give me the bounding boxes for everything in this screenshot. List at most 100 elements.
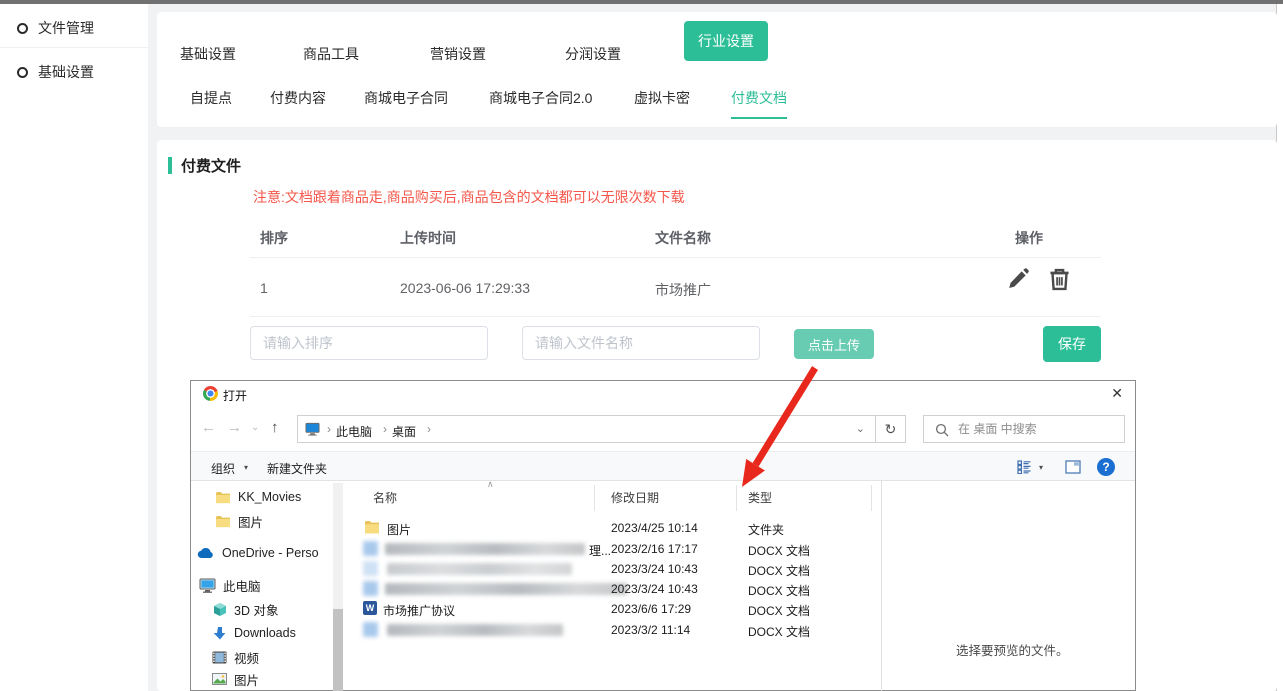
view-mode-icon[interactable] — [1017, 460, 1032, 479]
circle-bullet-icon — [17, 67, 28, 78]
tab-basic-settings[interactable]: 基础设置 — [180, 44, 236, 64]
file-name-suffix: 理... — [589, 542, 611, 559]
tree-item-pictures[interactable]: 图片 — [212, 669, 259, 689]
tree-scrollbar-thumb[interactable] — [333, 609, 343, 691]
list-col-type[interactable]: 类型 — [748, 489, 772, 506]
help-icon[interactable]: ? — [1097, 458, 1115, 476]
file-name-input[interactable] — [522, 326, 760, 360]
refresh-button[interactable]: ↻ — [875, 415, 906, 443]
delete-icon[interactable] — [1045, 265, 1074, 299]
tree-item-label: KK_Movies — [238, 490, 301, 504]
preview-hint: 选择要预览的文件。 — [956, 640, 1069, 659]
subtab-paid-content[interactable]: 付费内容 — [270, 88, 326, 117]
file-type: DOCX 文档 — [748, 623, 810, 640]
subtab-pickup-point[interactable]: 自提点 — [190, 88, 232, 117]
file-row[interactable]: 2023/3/2 11:14 DOCX 文档 — [351, 620, 881, 640]
subtab-virtual-card[interactable]: 虚拟卡密 — [634, 88, 690, 117]
breadcrumb-separator-icon[interactable]: › — [322, 422, 336, 436]
sort-ascending-icon[interactable]: ∧ — [487, 479, 494, 490]
onedrive-icon — [197, 547, 215, 559]
new-folder-button[interactable]: 新建文件夹 — [267, 460, 327, 477]
file-row[interactable]: W 市场推广协议 2023/6/6 17:29 DOCX 文档 — [351, 599, 881, 619]
file-row[interactable]: 理... 2023/2/16 17:17 DOCX 文档 — [351, 539, 881, 559]
tab-marketing[interactable]: 营销设置 — [430, 44, 486, 64]
organize-caret-icon[interactable]: ▾ — [244, 463, 248, 472]
file-date: 2023/3/24 10:43 — [611, 582, 698, 596]
list-col-name[interactable]: 名称 — [373, 489, 397, 506]
sidebar-item-file-management[interactable]: 文件管理 — [0, 8, 148, 48]
list-col-date[interactable]: 修改日期 — [611, 489, 659, 506]
subtab-econtract-2[interactable]: 商城电子合同2.0 — [489, 88, 592, 117]
file-type: 文件夹 — [748, 521, 784, 538]
file-name: 市场推广协议 — [383, 602, 455, 619]
tree-item-3d-objects[interactable]: 3D 对象 — [213, 599, 278, 619]
file-name: 图片 — [387, 521, 411, 538]
download-icon — [213, 626, 227, 641]
organize-button[interactable]: 组织 — [211, 460, 235, 477]
dialog-command-bar: 组织 ▾ 新建文件夹 ▾ ? — [191, 451, 1135, 481]
computer-icon — [305, 422, 320, 441]
file-date: 2023/6/6 17:29 — [611, 602, 691, 616]
col-header-filename: 文件名称 — [655, 228, 711, 248]
breadcrumb-separator-icon[interactable]: › — [378, 422, 392, 436]
forward-icon[interactable]: → — [227, 419, 242, 436]
close-icon[interactable]: ✕ — [1111, 385, 1123, 402]
tabs-card: 基础设置 商品工具 营销设置 分润设置 行业设置 自提点 付费内容 商城电子合同… — [157, 12, 1277, 127]
column-divider[interactable] — [871, 485, 872, 511]
file-date: 2023/3/2 11:14 — [611, 623, 690, 637]
save-button[interactable]: 保存 — [1043, 326, 1101, 362]
col-header-sort: 排序 — [260, 228, 288, 248]
dialog-titlebar[interactable]: 打开 ✕ — [191, 381, 1135, 407]
up-icon[interactable]: ↑ — [271, 419, 279, 436]
tree-item-videos[interactable]: 视频 — [212, 647, 259, 667]
subtab-econtract[interactable]: 商城电子合同 — [364, 88, 448, 117]
breadcrumb-separator-icon[interactable]: › — [422, 422, 436, 436]
subtab-paid-docs-active[interactable]: 付费文档 — [731, 88, 787, 119]
view-mode-caret-icon[interactable]: ▾ — [1039, 463, 1043, 472]
tree-item-label: Downloads — [234, 626, 296, 640]
back-icon[interactable]: ← — [201, 419, 216, 436]
tab-profit-sharing[interactable]: 分润设置 — [565, 44, 621, 64]
blurred-file-icon — [363, 581, 378, 596]
folder-icon — [215, 515, 231, 528]
breadcrumb-desktop[interactable]: 桌面 — [392, 423, 416, 440]
tree-item-kk-movies[interactable]: KK_Movies — [215, 487, 301, 507]
cell-sort: 1 — [260, 280, 268, 296]
sidebar-item-label: 文件管理 — [38, 18, 94, 38]
file-row[interactable]: 2023/3/24 10:43 DOCX 文档 — [351, 579, 881, 599]
circle-bullet-icon — [17, 23, 28, 34]
file-date: 2023/3/24 10:43 — [611, 562, 698, 576]
chrome-icon — [203, 386, 218, 401]
tree-item-downloads[interactable]: Downloads — [213, 623, 296, 643]
tree-item-onedrive[interactable]: OneDrive - Perso — [197, 543, 329, 563]
sidebar-item-basic-settings[interactable]: 基础设置 — [0, 52, 148, 92]
file-row[interactable]: 图片 2023/4/25 10:14 文件夹 — [351, 518, 881, 538]
blurred-file-icon — [363, 622, 378, 637]
sidebar-divider — [0, 47, 148, 48]
file-type: DOCX 文档 — [748, 542, 810, 559]
preview-pane-icon[interactable] — [1065, 460, 1081, 479]
file-row[interactable]: 2023/3/24 10:43 DOCX 文档 — [351, 559, 881, 579]
edit-icon[interactable] — [1005, 266, 1033, 299]
tree-item-label: 视频 — [234, 648, 259, 667]
sort-input[interactable] — [250, 326, 488, 360]
screen: 文件管理 基础设置 基础设置 商品工具 营销设置 分润设置 行业设置 自提点 付… — [0, 0, 1283, 691]
breadcrumb-this-pc[interactable]: 此电脑 — [336, 423, 372, 440]
address-bar[interactable]: › 此电脑 › 桌面 › ⌄ — [297, 415, 876, 443]
column-divider[interactable] — [594, 485, 595, 511]
search-input[interactable] — [924, 416, 1124, 442]
tab-industry-settings-active[interactable]: 行业设置 — [684, 21, 768, 61]
picture-icon — [212, 673, 227, 685]
word-icon: W — [363, 601, 377, 615]
address-dropdown-icon[interactable]: ⌄ — [856, 422, 865, 435]
notice-text: 注意:文档跟着商品走,商品购买后,商品包含的文档都可以无限次数下载 — [253, 187, 685, 207]
tree-item-pictures-folder[interactable]: 图片 — [215, 511, 263, 531]
upload-button[interactable]: 点击上传 — [794, 329, 874, 359]
column-divider[interactable] — [736, 485, 737, 511]
tree-item-this-pc[interactable]: 此电脑 — [199, 575, 261, 595]
blurred-file-icon — [363, 561, 378, 576]
file-type: DOCX 文档 — [748, 562, 810, 579]
recent-caret-icon[interactable]: ⌄ — [251, 422, 259, 433]
tab-product-tools[interactable]: 商品工具 — [303, 44, 359, 64]
table-divider — [250, 257, 1101, 258]
